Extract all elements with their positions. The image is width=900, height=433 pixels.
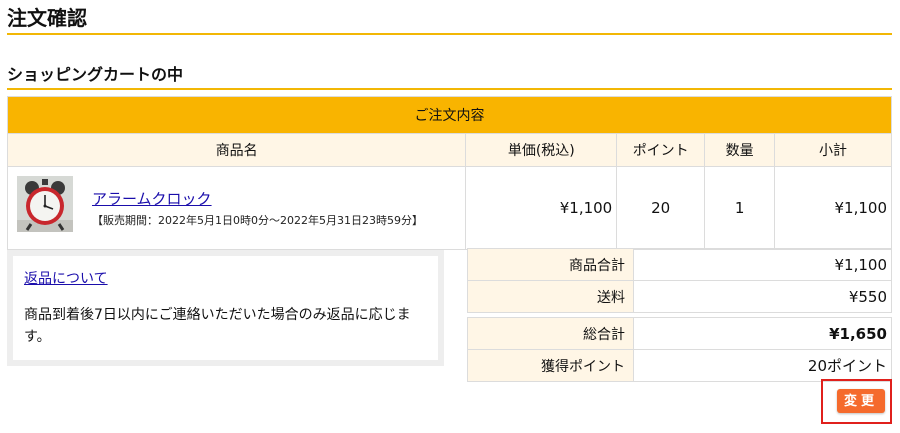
items-total-label: 商品合計 — [467, 248, 634, 281]
column-unit-price: 単価(税込) — [465, 133, 618, 167]
returns-link[interactable]: 返品について — [24, 268, 108, 288]
product-thumbnail[interactable] — [17, 176, 73, 232]
section-title: ショッピングカートの中 — [7, 65, 184, 84]
shipping-label: 送料 — [467, 280, 634, 313]
order-contents-banner: ご注文内容 — [7, 96, 892, 134]
cart-table: ご注文内容 商品名 単価(税込) ポイント 数量 小計 アラームクロック 【販売… — [6, 96, 892, 250]
returns-text: 商品到着後7日以内にご連絡いただいた場合のみ返品に応じます。 — [24, 307, 411, 345]
column-quantity: 数量 — [704, 133, 776, 167]
table-row: アラームクロック 【販売期間：2022年5月1日0時0分～2022年5月31日2… — [6, 166, 892, 250]
page-title: 注文確認 — [7, 6, 87, 30]
order-summary: 商品合計 ¥1,100 送料 ¥550 総合計 ¥1,650 獲得ポイント 20… — [467, 248, 892, 382]
product-cell: アラームクロック 【販売期間：2022年5月1日0時0分～2022年5月31日2… — [6, 166, 467, 250]
earned-points-label: 獲得ポイント — [467, 349, 634, 382]
unit-price-cell: ¥1,100 — [465, 166, 618, 250]
shipping-value: ¥550 — [633, 280, 892, 313]
sales-period: 【販売期間：2022年5月1日0時0分～2022年5月31日23時59分】 — [92, 214, 423, 227]
column-points: ポイント — [616, 133, 706, 167]
returns-notice: 返品について 商品到着後7日以内にご連絡いただいた場合のみ返品に応じます。 — [7, 250, 444, 366]
points-cell: 20 — [616, 166, 706, 250]
earned-points-value: 20ポイント — [633, 349, 892, 382]
title-divider — [7, 33, 892, 35]
items-total-value: ¥1,100 — [633, 248, 892, 281]
alarm-clock-icon — [17, 176, 73, 232]
subtotal-cell: ¥1,100 — [774, 166, 892, 250]
grand-total-value: ¥1,650 — [633, 317, 892, 350]
section-divider — [7, 88, 892, 90]
column-subtotal: 小計 — [774, 133, 892, 167]
column-product-name: 商品名 — [6, 133, 467, 167]
grand-total-label: 総合計 — [467, 317, 634, 350]
quantity-cell: 1 — [704, 166, 776, 250]
product-name-link[interactable]: アラームクロック — [92, 188, 212, 209]
change-button[interactable]: 変更 — [837, 389, 885, 413]
